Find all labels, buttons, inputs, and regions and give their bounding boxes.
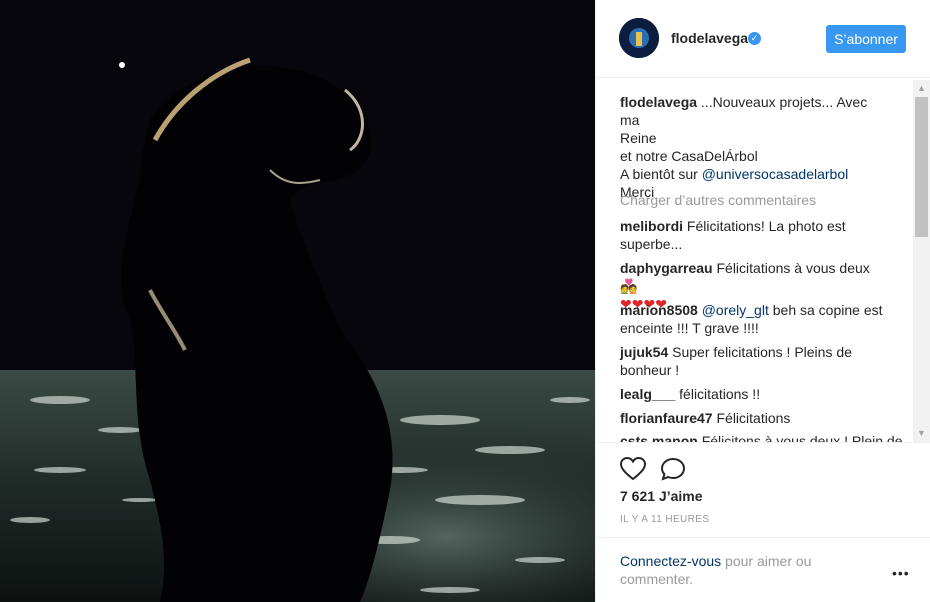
- comment-item: csts.manon Félicitons à vous deux ! Plei…: [620, 432, 913, 442]
- login-link[interactable]: Connectez-vous: [620, 553, 721, 569]
- post-username[interactable]: flodelavega: [671, 30, 748, 46]
- comment-text: enceinte !!! T grave !!!!: [620, 320, 759, 336]
- follow-button[interactable]: S’abonner: [826, 25, 906, 53]
- comments-list[interactable]: flodelavega ...Nouveaux projets... Avec …: [596, 80, 913, 442]
- comment-username[interactable]: csts.manon: [620, 433, 698, 442]
- comment-username[interactable]: lealg___: [620, 386, 675, 402]
- load-more-comments[interactable]: Charger d’autres commentaires: [620, 191, 888, 209]
- comment-text: Félicitations: [716, 410, 791, 426]
- post-photo[interactable]: [0, 0, 595, 602]
- login-prompt: Connectez-vous pour aimer ou commenter. …: [596, 537, 930, 602]
- instagram-post: flodelavega ✓ S’abonner flodelavega ...N…: [0, 0, 930, 602]
- comment-text: Félicitations! La photo est: [686, 218, 846, 234]
- post-sidebar: flodelavega ✓ S’abonner flodelavega ...N…: [595, 0, 930, 602]
- avatar[interactable]: [619, 18, 659, 58]
- scroll-down-icon[interactable]: ▼: [913, 425, 930, 442]
- comment-username[interactable]: daphygarreau: [620, 260, 713, 276]
- comment-icon[interactable]: [660, 457, 686, 481]
- comment-item: melibordi Félicitations! La photo est su…: [620, 217, 888, 253]
- scrollbar-thumb[interactable]: [915, 97, 928, 237]
- heart-icon[interactable]: [620, 457, 646, 481]
- comment-text: Félicitons à vous deux ! Plein de: [701, 433, 903, 442]
- comment-text: félicitations !!: [679, 386, 761, 402]
- login-text: Connectez-vous pour aimer ou commenter.: [620, 552, 840, 588]
- login-rest: pour aimer ou: [721, 553, 812, 569]
- caption-text-3: et notre CasaDelÁrbol: [620, 148, 758, 164]
- comment-text: bonheur !: [620, 362, 680, 378]
- comment-item: florianfaure47 Félicitations: [620, 409, 888, 427]
- caption-username[interactable]: flodelavega: [620, 94, 697, 110]
- caption-text-4: A bientôt sur: [620, 166, 702, 182]
- comments-scrollbar[interactable]: ▲ ▼: [913, 80, 930, 442]
- photo-image: [0, 0, 595, 602]
- comment-item: jujuk54 Super felicitations ! Pleins de …: [620, 343, 888, 379]
- scroll-up-icon[interactable]: ▲: [913, 80, 930, 97]
- comment-text: Super felicitations ! Pleins de: [672, 344, 852, 360]
- more-options-button[interactable]: •••: [892, 565, 910, 581]
- comment-item: marion8508 @orely_glt beh sa copine est …: [620, 301, 888, 337]
- caption-text-2: Reine: [620, 130, 657, 146]
- comment-username[interactable]: florianfaure47: [620, 410, 713, 426]
- comment-text: beh sa copine est: [768, 302, 883, 318]
- likes-count[interactable]: 7 621 J’aime: [620, 488, 703, 504]
- post-header: flodelavega ✓ S’abonner: [596, 0, 930, 78]
- caption-mention-link[interactable]: @universocasadelarbol: [702, 166, 849, 182]
- comment-text: superbe...: [620, 236, 683, 252]
- comment-username[interactable]: marion8508: [620, 302, 698, 318]
- comment-username[interactable]: melibordi: [620, 218, 683, 234]
- post-timestamp[interactable]: IL Y A 11 HEURES: [620, 514, 709, 525]
- login-rest-2: commenter.: [620, 571, 694, 587]
- post-actions: [596, 442, 930, 481]
- comment-mention-link[interactable]: @orely_glt: [702, 302, 769, 318]
- comment-username[interactable]: jujuk54: [620, 344, 668, 360]
- comment-item: lealg___ félicitations !!: [620, 385, 888, 403]
- caption: flodelavega ...Nouveaux projets... Avec …: [620, 93, 888, 201]
- verified-badge-icon: ✓: [748, 32, 761, 45]
- avatar-image: [619, 18, 659, 58]
